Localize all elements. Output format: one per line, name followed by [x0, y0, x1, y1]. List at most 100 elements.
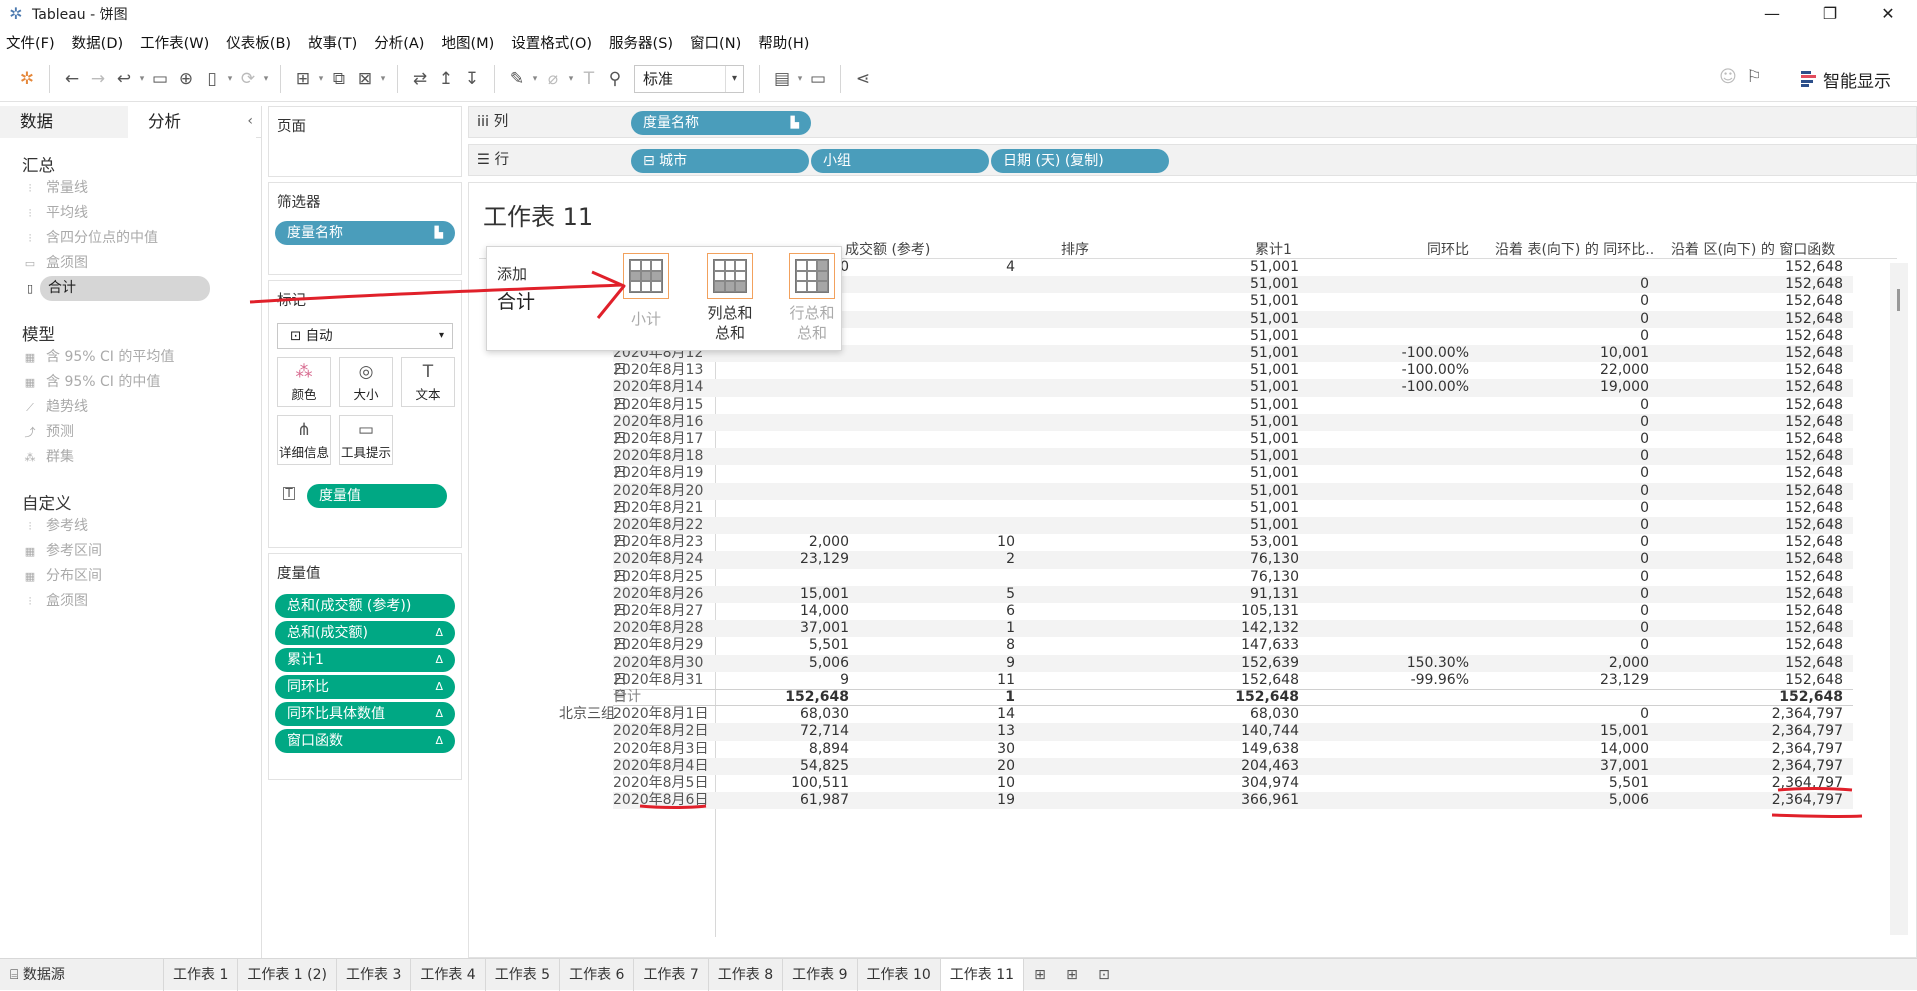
group-icon[interactable]: ⌀ [540, 66, 566, 92]
option-column-grand-totals[interactable]: 列总和 总和 [701, 253, 759, 343]
tab-sheet[interactable]: 工作表 9 [783, 958, 858, 991]
marks-size-button[interactable]: ◎ 大小 [339, 357, 393, 407]
vertical-scrollbar[interactable] [1890, 263, 1908, 935]
pin-icon[interactable]: ⚲ [602, 66, 628, 92]
menu-file[interactable]: 文件(F) [6, 32, 55, 53]
item-constant-line[interactable]: ⫶ 常量线 [0, 176, 261, 201]
filters-card[interactable]: 筛选器 度量名称 ▙ [268, 182, 462, 275]
measure-pill[interactable]: 总和(成交额) Δ [275, 621, 455, 645]
new-story-icon[interactable]: ⊡ [1088, 959, 1120, 991]
sort-ascending-icon[interactable]: ↥ [433, 66, 459, 92]
marks-detail-button[interactable]: ⋔ 详细信息 [277, 415, 331, 465]
measure-pill[interactable]: 累计1 Δ [275, 648, 455, 672]
item-distribution-band[interactable]: ▦ 分布区间 [0, 564, 261, 589]
caret-down-icon[interactable]: ▾ [316, 74, 326, 84]
item-totals[interactable]: ▯ 合计 [0, 276, 261, 301]
tab-sheet-active[interactable]: 工作表 11 [940, 958, 1025, 991]
rows-pill-group[interactable]: 小组 [811, 149, 989, 173]
new-datasource-icon[interactable]: ⊕ [173, 66, 199, 92]
tab-sheet[interactable]: 工作表 8 [709, 958, 784, 991]
item-median-quartiles[interactable]: ⫶ 含四分位点的中值 [0, 226, 261, 251]
menu-data[interactable]: 数据(D) [72, 32, 123, 53]
menu-worksheet[interactable]: 工作表(W) [140, 32, 209, 53]
tab-datasource[interactable]: ⌸ 数据源 [0, 958, 164, 991]
header-running-total[interactable]: 累计1 [1255, 239, 1292, 259]
marks-color-button[interactable]: ⁂ 颜色 [277, 357, 331, 407]
new-worksheet-icon[interactable]: ⊞ [1024, 959, 1056, 991]
undo-icon[interactable]: ← [59, 66, 85, 92]
measure-pill[interactable]: 同环比具体数值 Δ [275, 702, 455, 726]
presentation-icon[interactable]: ▭ [805, 66, 831, 92]
menu-analysis[interactable]: 分析(A) [374, 32, 424, 53]
header-period-change[interactable]: 同环比 [1427, 239, 1469, 259]
header-rank[interactable]: 排序 [1061, 239, 1089, 259]
show-labels-icon[interactable]: T [576, 66, 602, 92]
marks-tooltip-button[interactable]: ▭ 工具提示 [339, 415, 393, 465]
item-average-line[interactable]: ⫶ 平均线 [0, 201, 261, 226]
header-amount-ref[interactable]: 成交额 (参考) [845, 239, 930, 259]
menu-format[interactable]: 设置格式(O) [511, 32, 592, 53]
highlight-icon[interactable]: ✎ [504, 66, 530, 92]
redo-icon[interactable]: → [85, 66, 111, 92]
menu-map[interactable]: 地图(M) [441, 32, 494, 53]
tab-sheet[interactable]: 工作表 3 [337, 958, 412, 991]
item-average-ci[interactable]: ▦ 含 95% CI 的平均值 [0, 345, 261, 370]
rows-shelf[interactable]: ☰ 行 ⊟ 城市 小组 日期 (天) (复制) [468, 144, 1917, 176]
header-table-change[interactable]: 沿着 表(向下) 的 同环比.. [1495, 239, 1654, 259]
tab-data[interactable]: 数据 [0, 106, 128, 138]
caret-down-icon[interactable]: ▾ [261, 74, 271, 84]
tab-sheet[interactable]: 工作表 10 [858, 958, 941, 991]
caret-down-icon[interactable]: ▾ [566, 74, 576, 84]
menu-story[interactable]: 故事(T) [308, 32, 357, 53]
option-subtotals[interactable]: 小计 [617, 253, 675, 329]
option-row-grand-totals[interactable]: 行总和 总和 [783, 253, 841, 343]
menu-server[interactable]: 服务器(S) [609, 32, 673, 53]
fit-select[interactable]: 标准 ▾ [634, 64, 744, 93]
pages-card[interactable]: 页面 [268, 106, 462, 177]
marks-pill-measure-values[interactable]: 度量值 [307, 484, 447, 508]
smart-show-button[interactable]: 智能显示 [1801, 64, 1891, 94]
tab-sheet[interactable]: 工作表 7 [634, 958, 709, 991]
new-dashboard-icon[interactable]: ⊞ [1056, 959, 1088, 991]
minimize-button[interactable]: — [1743, 0, 1801, 28]
pause-updates-icon[interactable]: ▯ [199, 66, 225, 92]
item-reference-band[interactable]: ▦ 参考区间 [0, 539, 261, 564]
new-worksheet-icon[interactable]: ⊞ [290, 66, 316, 92]
share-icon[interactable]: ⋖ [850, 66, 876, 92]
rows-pill-date[interactable]: 日期 (天) (复制) [991, 149, 1169, 173]
caret-down-icon[interactable]: ▾ [795, 74, 805, 84]
marks-label-button[interactable]: T 文本 [401, 357, 455, 407]
replay-icon[interactable]: ↩ [111, 66, 137, 92]
columns-shelf[interactable]: iii 列 度量名称 ▙ [468, 106, 1917, 138]
marks-type-select[interactable]: ⊡ 自动 ▾ [277, 323, 453, 349]
swap-icon[interactable]: ⇄ [407, 66, 433, 92]
tab-sheet[interactable]: 工作表 1 (2) [238, 958, 337, 991]
tab-sheet[interactable]: 工作表 6 [560, 958, 635, 991]
caret-down-icon[interactable]: ▾ [530, 74, 540, 84]
sort-descending-icon[interactable]: ↧ [459, 66, 485, 92]
refresh-icon[interactable]: ⟳ [235, 66, 261, 92]
maximize-button[interactable]: ❐ [1801, 0, 1859, 28]
item-forecast[interactable]: ⤴ 预测 [0, 420, 261, 445]
header-window-func[interactable]: 沿着 区(向下) 的 窗口函数 [1671, 239, 1835, 259]
collapse-icon[interactable]: ‹ [247, 106, 253, 136]
measure-pill[interactable]: 总和(成交额 (参考)) [275, 594, 455, 618]
clear-sheet-icon[interactable]: ⊠ [352, 66, 378, 92]
tab-analytics[interactable]: 分析 [128, 106, 256, 138]
item-median-ci[interactable]: ▦ 含 95% CI 的中值 [0, 370, 261, 395]
save-icon[interactable]: ▭ [147, 66, 173, 92]
menu-help[interactable]: 帮助(H) [758, 32, 809, 53]
caret-down-icon[interactable]: ▾ [225, 74, 235, 84]
item-reference-line[interactable]: ⫶ 参考线 [0, 514, 261, 539]
scrollbar-thumb[interactable] [1897, 289, 1900, 311]
rows-pill-city[interactable]: ⊟ 城市 [631, 149, 809, 173]
caret-down-icon[interactable]: ▾ [378, 74, 388, 84]
close-button[interactable]: ✕ [1859, 0, 1917, 28]
measure-pill[interactable]: 窗口函数 Δ [275, 729, 455, 753]
tableau-home-icon[interactable]: ✲ [14, 66, 40, 92]
item-cluster[interactable]: ⁂ 群集 [0, 445, 261, 470]
menu-window[interactable]: 窗口(N) [690, 32, 741, 53]
format-painter-icon[interactable]: ⚐ [1741, 64, 1767, 90]
columns-pill-measure-names[interactable]: 度量名称 ▙ [631, 111, 811, 135]
caret-down-icon[interactable]: ▾ [137, 74, 147, 84]
